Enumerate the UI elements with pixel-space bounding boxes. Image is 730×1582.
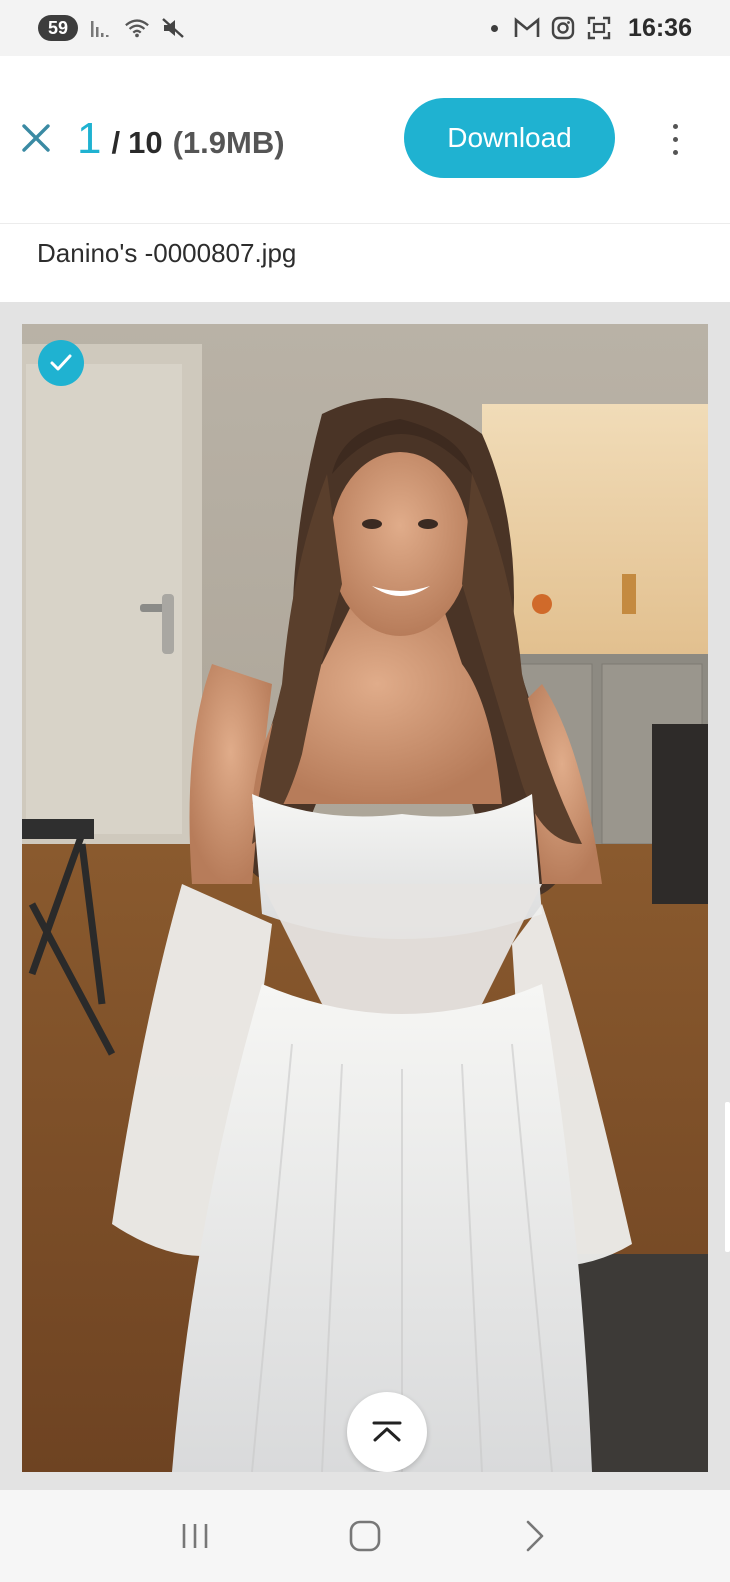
check-icon — [50, 354, 72, 371]
recent-apps-button[interactable] — [165, 1506, 225, 1566]
gmail-icon — [514, 15, 540, 41]
system-nav-bar — [0, 1490, 730, 1582]
file-name: Danino's -0000807.jpg — [37, 238, 297, 268]
signal-icon — [88, 15, 114, 41]
filename-row: Danino's -0000807.jpg — [0, 224, 730, 302]
current-index: 1 — [77, 114, 102, 163]
total-count: 10 — [128, 125, 163, 160]
recent-apps-icon — [182, 1524, 208, 1548]
close-button[interactable] — [18, 120, 54, 156]
instagram-icon — [550, 15, 576, 41]
back-icon — [526, 1520, 544, 1552]
image-viewer — [0, 302, 730, 1490]
screenshot-icon — [586, 15, 612, 41]
back-button[interactable] — [505, 1506, 565, 1566]
notification-count-badge: 59 — [38, 15, 78, 41]
more-options-button[interactable] — [660, 116, 690, 162]
dot-icon — [491, 24, 499, 32]
home-button[interactable] — [335, 1506, 395, 1566]
counter-separator: / — [111, 125, 121, 160]
photo-illustration — [22, 324, 708, 1472]
viewer-header: 1 / 10 (1.9MB) Download — [0, 56, 730, 224]
status-bar: 59 16:36 — [0, 0, 730, 56]
home-icon — [349, 1520, 381, 1552]
status-bar-left: 59 — [38, 15, 186, 41]
status-bar-right: 16:36 — [491, 14, 692, 43]
side-scroll-handle[interactable] — [725, 1102, 730, 1252]
scroll-top-icon — [372, 1421, 402, 1442]
photo[interactable] — [22, 324, 708, 1472]
file-size: (1.9MB) — [172, 125, 285, 160]
close-icon — [22, 124, 50, 152]
selected-checkmark[interactable] — [38, 340, 84, 386]
status-time: 16:36 — [628, 13, 692, 42]
wifi-icon — [124, 15, 150, 41]
scroll-to-top-button[interactable] — [347, 1392, 427, 1472]
page-counter: 1 / 10 (1.9MB) — [77, 114, 285, 164]
more-vert-icon — [672, 123, 678, 129]
mute-icon — [160, 15, 186, 41]
download-button[interactable]: Download — [404, 98, 615, 178]
